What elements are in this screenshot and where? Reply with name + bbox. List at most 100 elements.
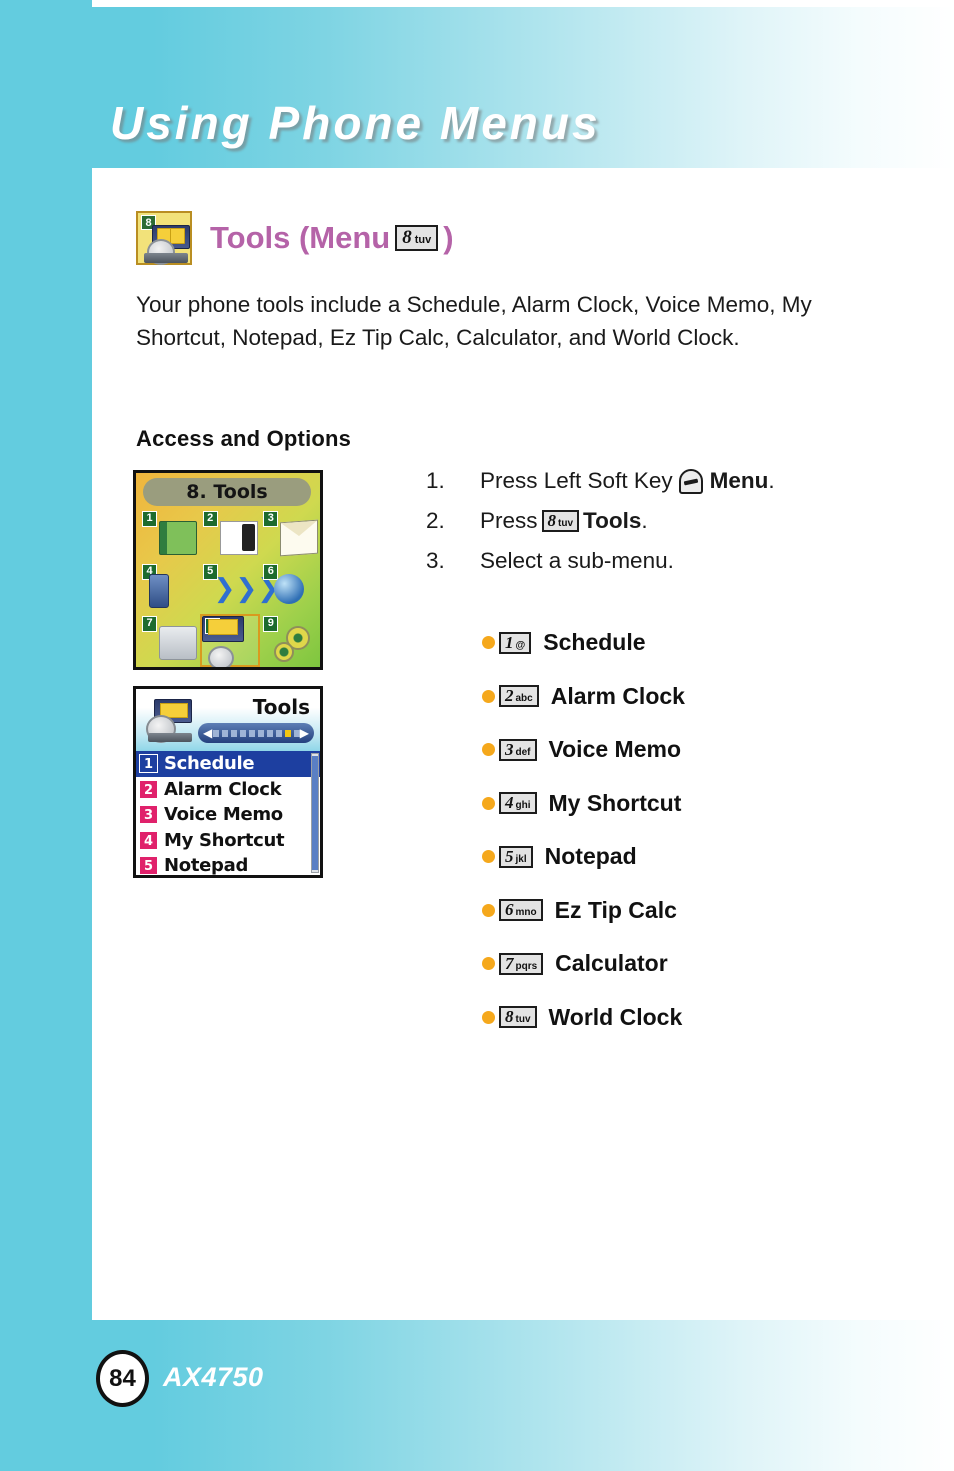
keycap-letters: @ bbox=[515, 639, 526, 651]
list-item-label: Voice Memo bbox=[164, 804, 283, 826]
pager-right-arrow-icon: ▶ bbox=[299, 726, 309, 740]
list-item: 4 My Shortcut bbox=[136, 828, 320, 854]
bullet-dot-icon bbox=[482, 903, 495, 917]
list-item: 1 Schedule bbox=[136, 751, 320, 777]
keycap-8-tuv: 8 tuv bbox=[541, 510, 580, 532]
phone-screen-list: Tools ◀ ▶ 1 Schedule 2 Alarm Clock 3 Voi… bbox=[136, 689, 320, 875]
footer: 84 AX4750 bbox=[0, 1320, 954, 1471]
keycap-1: 1 @ bbox=[499, 631, 532, 654]
page-title: Using Phone Menus bbox=[110, 97, 601, 149]
list-item: 8 tuv World Clock bbox=[482, 991, 952, 1045]
submenu-item-label: Notepad bbox=[544, 843, 637, 870]
list-header: Tools ◀ ▶ bbox=[136, 689, 320, 751]
top-notch bbox=[92, 0, 954, 7]
toolbox-tray-shape bbox=[148, 733, 192, 742]
keycap-number: 5 bbox=[505, 846, 514, 866]
phone-radio-icon bbox=[149, 573, 169, 608]
grid-cell-number: 6 bbox=[263, 563, 279, 580]
left-color-strip bbox=[0, 0, 92, 1471]
list-scrollbar-thumb bbox=[312, 756, 318, 870]
step-text-after: . bbox=[768, 468, 775, 493]
keycap-5: 5 jkl bbox=[499, 845, 533, 868]
submenu-item-label: Voice Memo bbox=[548, 736, 682, 763]
left-soft-key-icon bbox=[678, 468, 703, 494]
submenu-item-label: Alarm Clock bbox=[550, 682, 685, 709]
screenshot-main-menu-grid: 8. Tools 1 2 3 4 5 ❯❯❯ 6 7 9 bbox=[133, 470, 323, 670]
step-number: 2. bbox=[426, 508, 445, 533]
grid-cell-3: 3 bbox=[260, 509, 320, 562]
submenu-bullet-list: 1 @ Schedule 2 abc Alarm Clock 3 def Voi… bbox=[482, 616, 952, 1044]
section-title-text: Tools (Menu bbox=[210, 220, 391, 255]
list-item-label: Notepad bbox=[164, 855, 249, 877]
step-text-before: Press Left Soft Key bbox=[480, 468, 673, 493]
submenu-item-label: Calculator bbox=[555, 950, 668, 977]
list-item: 5 Notepad bbox=[136, 853, 320, 877]
grid-cell-6: 6 bbox=[260, 562, 320, 615]
grid-cell-7: 7 bbox=[139, 614, 200, 667]
grid-cell-2: 2 bbox=[200, 509, 261, 562]
chevrons-icon: ❯❯❯ bbox=[213, 573, 280, 604]
list-item: 3 def Voice Memo bbox=[482, 723, 952, 777]
step-text: Press 8 tuv Tools. bbox=[480, 508, 648, 534]
keycap-letters: tuv bbox=[558, 518, 574, 529]
list-item: 2 abc Alarm Clock bbox=[482, 670, 952, 724]
screenshot-tools-submenu: Tools ◀ ▶ 1 Schedule 2 Alarm Clock 3 Voi… bbox=[133, 686, 323, 878]
step-3: 3. Select a sub-menu. bbox=[426, 548, 946, 574]
list-item-number: 3 bbox=[139, 805, 158, 825]
step-text: Press Left Soft Key Menu. bbox=[480, 468, 775, 494]
keycap-7: 7 pqrs bbox=[499, 952, 544, 975]
keycap-letters: abc bbox=[515, 693, 533, 705]
manual-page: Using Phone Menus 8 Tools (Menu 8 tuv ) … bbox=[0, 0, 954, 1471]
list-item-label: Schedule bbox=[164, 753, 255, 775]
keycap-number: 2 bbox=[505, 686, 514, 706]
step-1: 1. Press Left Soft Key Menu. bbox=[426, 468, 946, 494]
step-text-bold: Tools bbox=[583, 508, 642, 533]
keycap-letters: def bbox=[515, 746, 531, 758]
gears-settings-icon-small bbox=[274, 642, 295, 663]
keycap-number: 8 bbox=[505, 1007, 514, 1027]
keycap-number: 3 bbox=[505, 739, 514, 759]
grid-cell-5: 5 ❯❯❯ bbox=[200, 562, 280, 615]
envelope-icon bbox=[280, 519, 319, 557]
section-heading: 8 Tools (Menu 8 tuv ) bbox=[136, 211, 454, 265]
contacts-book-icon bbox=[159, 521, 197, 555]
submenu-item-label: Schedule bbox=[543, 629, 646, 656]
bullet-dot-icon bbox=[482, 689, 495, 703]
step-text-bold: Menu bbox=[709, 468, 769, 493]
grid-cell-number: 3 bbox=[263, 511, 279, 527]
list-item: 7 pqrs Calculator bbox=[482, 937, 952, 991]
globe-cursor-icon bbox=[274, 573, 305, 604]
list-rows: 1 Schedule 2 Alarm Clock 3 Voice Memo 4 … bbox=[136, 751, 320, 875]
keycap-letters: ghi bbox=[515, 800, 531, 812]
list-item: 1 @ Schedule bbox=[482, 616, 952, 670]
tools-menu-icon: 8 bbox=[136, 211, 192, 265]
grid-cell-number: 9 bbox=[263, 616, 279, 633]
keycap-8: 8 tuv bbox=[499, 1006, 537, 1029]
keycap-2: 2 abc bbox=[499, 685, 539, 708]
keycap-6: 6 mno bbox=[499, 899, 543, 922]
step-number: 1. bbox=[426, 468, 445, 493]
list-item-label: Alarm Clock bbox=[164, 778, 282, 800]
section-title: Tools (Menu 8 tuv ) bbox=[210, 220, 454, 256]
submenu-item-label: Ez Tip Calc bbox=[554, 896, 677, 923]
submenu-item-label: World Clock bbox=[548, 1003, 683, 1030]
submenu-item-label: My Shortcut bbox=[548, 789, 682, 816]
grid-cell-number: 1 bbox=[142, 511, 157, 527]
step-text-after: . bbox=[641, 508, 648, 533]
toolbox-clock-dial bbox=[207, 646, 234, 667]
pager-indicator: ◀ ▶ bbox=[198, 723, 314, 743]
bullet-dot-icon bbox=[482, 957, 495, 971]
list-item-label: My Shortcut bbox=[164, 829, 285, 851]
keycap-3: 3 def bbox=[499, 738, 537, 761]
keycap-letters: tuv bbox=[414, 234, 432, 246]
keycap-number: 1 bbox=[505, 632, 514, 652]
grid-cell-number: 2 bbox=[202, 511, 218, 527]
pager-dots bbox=[212, 729, 300, 737]
bullet-dot-icon bbox=[482, 850, 495, 864]
list-item: 4 ghi My Shortcut bbox=[482, 777, 952, 831]
step-text: Select a sub-menu. bbox=[480, 548, 674, 574]
toolbox-clock-icon bbox=[144, 695, 196, 745]
keycap-letters: pqrs bbox=[515, 960, 538, 972]
page-number-badge: 84 bbox=[96, 1350, 149, 1407]
keycap-number: 6 bbox=[505, 900, 514, 920]
